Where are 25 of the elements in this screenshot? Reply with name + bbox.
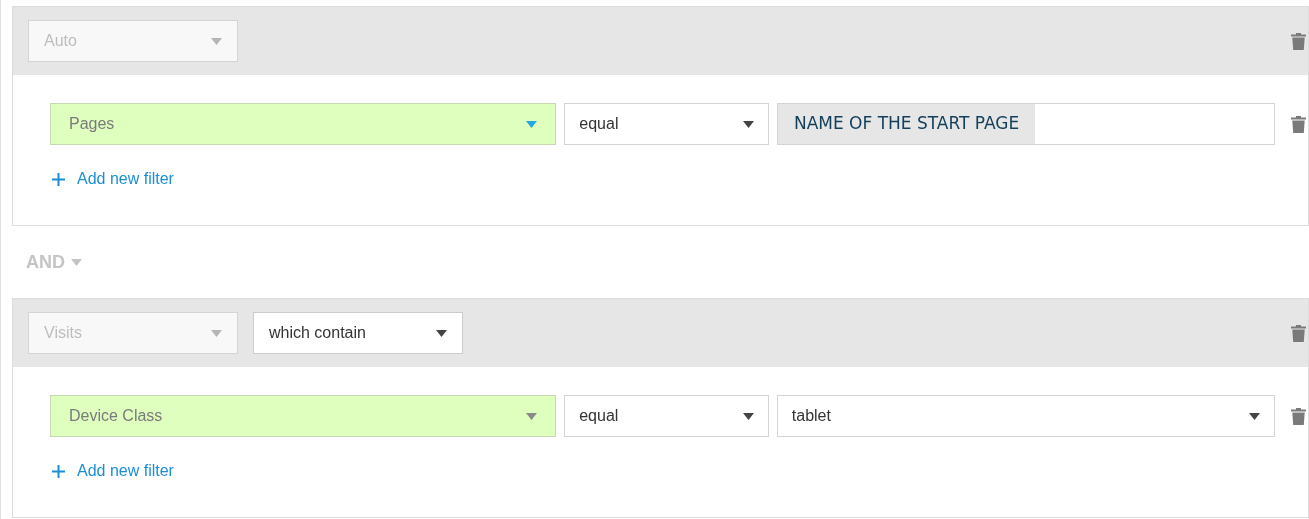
caret-icon <box>742 120 754 128</box>
trash-icon[interactable] <box>1291 32 1306 50</box>
plus-icon <box>52 464 65 478</box>
caret-icon <box>436 329 447 337</box>
trash-icon[interactable] <box>1291 115 1306 133</box>
value-select[interactable]: tablet <box>776 395 1275 437</box>
add-filter-link[interactable]: Add new filter <box>52 167 174 191</box>
trash-icon[interactable] <box>1291 324 1306 342</box>
mode-select[interactable]: which contain <box>253 312 463 354</box>
operator-select[interactable]: equal <box>564 395 769 437</box>
value-token: NAME OF THE START PAGE <box>777 104 1036 144</box>
dimension-select[interactable]: Device Class <box>50 395 557 437</box>
add-filter-link[interactable]: Add new filter <box>52 459 174 483</box>
plus-icon <box>52 172 65 186</box>
caret-icon <box>1249 412 1260 420</box>
caret-icon <box>742 412 754 420</box>
caret-icon <box>526 120 538 128</box>
trash-icon[interactable] <box>1291 407 1306 425</box>
operator-select[interactable]: equal <box>564 103 769 145</box>
caret-icon <box>211 37 222 45</box>
caret-icon <box>71 258 82 266</box>
dimension-select[interactable]: Pages <box>50 103 557 145</box>
value-field[interactable]: NAME OF THE START PAGE <box>776 103 1275 145</box>
caret-icon <box>211 329 222 337</box>
caret-icon <box>526 412 538 420</box>
